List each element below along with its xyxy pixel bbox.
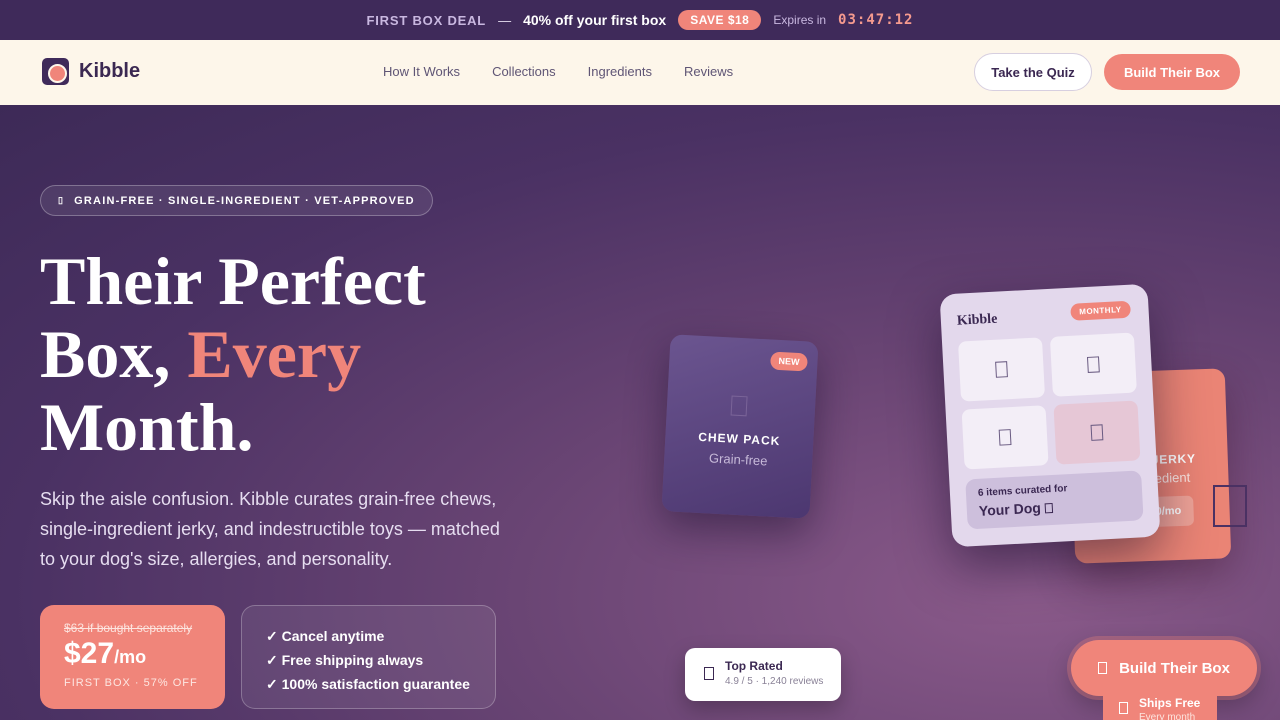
benefit-item: ✓ Cancel anytime <box>266 628 385 644</box>
promo-offer: 40% off your first box <box>523 12 667 28</box>
nav-link-collections[interactable]: Collections <box>492 64 556 79</box>
benefit-item: ✓ 100% satisfaction guarantee <box>266 676 470 692</box>
hero-subcopy: Skip the aisle confusion. Kibble curates… <box>40 489 500 569</box>
box-icon <box>1098 662 1108 674</box>
box-brand: Kibble <box>956 311 998 329</box>
countdown-timer: 03:47:12 <box>838 12 914 28</box>
jerky-title: JERKY <box>1151 451 1197 467</box>
build-box-button[interactable]: Build Their Box <box>1104 54 1240 90</box>
star-icon <box>704 667 714 680</box>
hero-headline: Their Perfect Box, Every Month. <box>40 245 426 464</box>
brand-logo[interactable]: Kibble <box>42 58 140 85</box>
top-rated-detail: 4.9 / 5 · 1,240 reviews <box>725 676 824 687</box>
top-rated-chip: Top Rated 4.9 / 5 · 1,240 reviews <box>685 648 841 701</box>
benefits-list: ✓ Cancel anytime ✓ Free shipping always … <box>241 605 496 709</box>
bone-icon <box>730 395 748 417</box>
toy-icon <box>1086 356 1100 373</box>
promo-dash: — <box>498 12 512 28</box>
monthly-badge: MONTHLY <box>1069 300 1131 321</box>
nav-links: How It Works Collections Ingredients Rev… <box>383 64 733 79</box>
your-dog-label: Your Dog <box>978 495 1131 519</box>
save-badge: SAVE $18 <box>678 10 762 30</box>
price-amount: $27 <box>64 637 115 670</box>
new-badge: NEW <box>770 351 808 372</box>
floating-build-box-button[interactable]: Build Their Box <box>1071 640 1257 696</box>
top-nav: Kibble How It Works Collections Ingredie… <box>0 40 1280 105</box>
ships-free-sub: Every month <box>1139 712 1196 720</box>
your-dog-text: Your Dog <box>978 499 1042 519</box>
truck-icon <box>1119 702 1128 714</box>
monthly-box-card: Kibble MONTHLY 6 items curated for Your … <box>939 283 1161 548</box>
chew-sub: Grain-free <box>708 450 768 469</box>
headline-line-2-start: Box, <box>40 316 188 392</box>
ships-free-chip: Ships Free Every month <box>1103 690 1217 720</box>
paw-print-icon <box>1213 485 1247 527</box>
box-item <box>1049 332 1137 397</box>
chew-pack-card: NEW CHEW PACK Grain-free <box>661 334 819 519</box>
hero-section: ▯ GRAIN-FREE · SINGLE-INGREDIENT · VET-A… <box>0 105 1280 720</box>
tagline-text: GRAIN-FREE · SINGLE-INGREDIENT · VET-APP… <box>74 194 415 207</box>
price-now: $27/mo <box>64 637 201 671</box>
tagline-pill: ▯ GRAIN-FREE · SINGLE-INGREDIENT · VET-A… <box>40 185 433 216</box>
price-was: $63 if bought separately <box>64 621 193 635</box>
leaf-icon: ▯ <box>58 195 65 205</box>
price-card: $63 if bought separately $27/mo FIRST BO… <box>40 605 225 709</box>
price-per: /mo <box>114 647 147 667</box>
box-item <box>958 337 1046 402</box>
expires-label: Expires in <box>773 13 827 27</box>
headline-line-1: Their Perfect <box>40 243 426 319</box>
ships-free-title: Ships Free <box>1139 696 1201 710</box>
price-sub: FIRST BOX · 57% OFF <box>64 677 198 689</box>
headline-accent: Every <box>187 316 362 392</box>
nav-link-how-it-works[interactable]: How It Works <box>383 64 460 79</box>
promo-deal-label: FIRST BOX DEAL <box>366 12 487 28</box>
box-footer: 6 items curated for Your Dog <box>965 470 1144 530</box>
benefit-item: ✓ Free shipping always <box>266 652 424 668</box>
nav-link-reviews[interactable]: Reviews <box>684 64 733 79</box>
paw-icon <box>1044 503 1054 514</box>
box-item <box>1053 400 1141 465</box>
headline-line-3: Month. <box>40 389 254 465</box>
top-rated-title: Top Rated <box>725 659 783 673</box>
box-item <box>961 405 1049 470</box>
chew-title: CHEW PACK <box>697 429 781 449</box>
treat-icon <box>995 361 1008 378</box>
logo-icon <box>42 58 69 85</box>
chew-icon <box>998 429 1012 446</box>
jerky-icon <box>1090 424 1104 441</box>
box-item-grid <box>958 332 1142 470</box>
promo-bar: FIRST BOX DEAL — 40% off your first box … <box>0 0 1280 40</box>
floating-build-label: Build Their Box <box>1119 659 1230 677</box>
take-quiz-button[interactable]: Take the Quiz <box>974 53 1092 91</box>
nav-link-ingredients[interactable]: Ingredients <box>588 64 652 79</box>
brand-name: Kibble <box>79 60 141 82</box>
